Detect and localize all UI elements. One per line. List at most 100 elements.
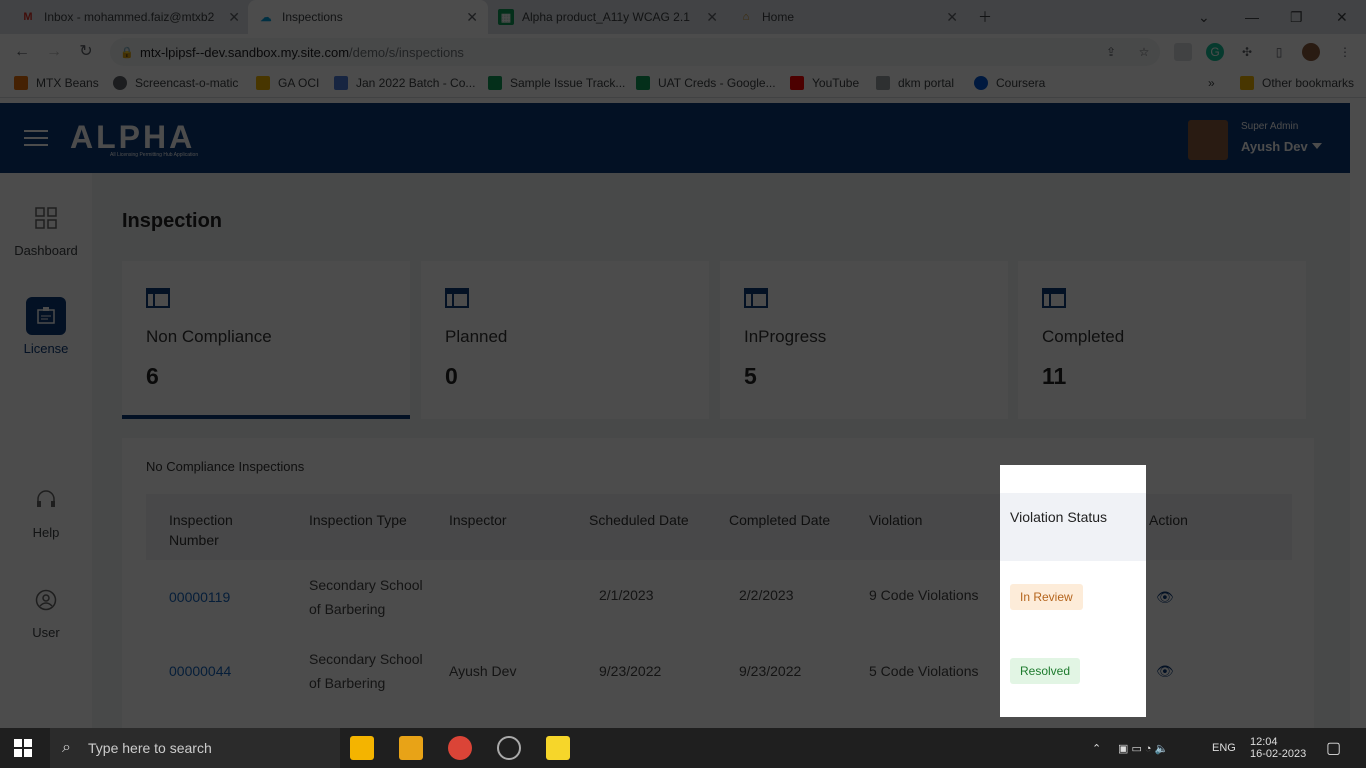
clock-time[interactable]: 12:04: [1250, 728, 1278, 748]
chrome-icon[interactable]: [448, 736, 472, 760]
bookmark-item[interactable]: Jan 2022 Batch - Co...: [334, 76, 475, 90]
violation-status-highlight: Violation Status In Review Resolved: [1000, 465, 1146, 717]
sidebar-item-label: User: [32, 625, 60, 640]
reload-icon[interactable]: ↻: [76, 42, 96, 62]
col-completed-date[interactable]: Completed Date: [729, 510, 830, 530]
sidebar-item-help[interactable]: Help: [0, 481, 92, 540]
table-icon: [445, 288, 469, 308]
close-icon[interactable]: ✕: [228, 9, 240, 26]
sticky-notes-icon[interactable]: [546, 736, 570, 760]
tab-search-icon[interactable]: ⌄: [1198, 0, 1210, 34]
eye-icon[interactable]: 👁: [1156, 659, 1174, 683]
bookmark-item[interactable]: GA OCI: [256, 76, 319, 90]
more-bookmarks-icon[interactable]: »: [1208, 76, 1215, 90]
bookmark-item[interactable]: UAT Creds - Google...: [636, 76, 776, 90]
windows-start-icon[interactable]: [14, 739, 32, 757]
tab-gmail[interactable]: M Inbox - mohammed.faiz@mtxb2 ✕: [10, 0, 250, 34]
store-icon[interactable]: [350, 736, 374, 760]
sidebar-item-user[interactable]: User: [0, 581, 92, 640]
tab-sheets[interactable]: ▦ Alpha product_A11y WCAG 2.1 I ✕: [488, 0, 728, 34]
share-icon[interactable]: ⇪: [1102, 43, 1120, 61]
inspection-number-link[interactable]: 00000044: [169, 659, 231, 683]
forward-icon[interactable]: →: [44, 42, 64, 62]
user-avatar[interactable]: [1188, 120, 1228, 160]
bookmark-item[interactable]: MTX Beans: [14, 76, 99, 90]
app-logo[interactable]: ALPHA All Licensing Permitting Hub Applic…: [70, 119, 198, 158]
close-window-icon[interactable]: ✕: [1336, 0, 1348, 34]
bookmark-item[interactable]: Screencast-o-matic: [113, 76, 238, 90]
card-label: Planned: [445, 327, 508, 346]
bookmark-icon: [14, 76, 28, 90]
hamburger-menu-icon[interactable]: [24, 130, 48, 146]
sidebar-item-license[interactable]: License: [0, 297, 92, 356]
puzzle-icon[interactable]: ✣: [1238, 43, 1256, 61]
gmail-icon: M: [23, 11, 33, 23]
bookmark-star-icon[interactable]: ☆: [1135, 43, 1153, 61]
close-icon[interactable]: ✕: [946, 9, 958, 26]
card-label: InProgress: [744, 327, 827, 346]
inspection-type: Secondary School of Barbering: [309, 577, 423, 617]
tray-up-icon[interactable]: ⌃: [1092, 728, 1101, 768]
bookmark-item[interactable]: Coursera: [974, 76, 1045, 90]
card-value: 5: [744, 363, 757, 389]
col-violation[interactable]: Violation: [869, 510, 922, 530]
inspection-number-link[interactable]: 00000119: [169, 585, 230, 609]
grammarly-icon[interactable]: G: [1206, 43, 1224, 61]
bookmark-label: YouTube: [812, 76, 860, 90]
minimize-icon[interactable]: —: [1245, 0, 1259, 34]
bookmark-item[interactable]: Sample Issue Track...: [488, 76, 625, 90]
col-inspector[interactable]: Inspector: [449, 510, 507, 530]
card-non-compliance[interactable]: Non Compliance 6: [122, 261, 410, 419]
eye-icon[interactable]: 👁: [1156, 585, 1174, 609]
chevron-down-icon[interactable]: [1312, 143, 1322, 149]
tray-icons[interactable]: ▣ ▭ ◔ 🔈: [1118, 728, 1168, 768]
card-value: 11: [1042, 363, 1067, 389]
tab-title: Home: [762, 10, 795, 24]
card-inprogress[interactable]: InProgress 5: [720, 261, 1008, 419]
clock-date[interactable]: 16-02-2023: [1250, 748, 1306, 768]
card-label: Non Compliance: [146, 327, 272, 346]
other-bookmarks[interactable]: Other bookmarks: [1240, 76, 1354, 90]
sidebar-item-label: License: [23, 341, 69, 356]
user-name[interactable]: Ayush Dev: [1241, 139, 1308, 154]
bookmark-item[interactable]: YouTube: [790, 76, 859, 90]
close-icon[interactable]: ✕: [706, 9, 718, 26]
card-completed[interactable]: Completed 11: [1018, 261, 1306, 419]
inspection-type: Secondary School of Barbering: [309, 651, 423, 691]
taskbar-search-input[interactable]: ⌕ Type here to search: [50, 728, 340, 768]
bookmark-item[interactable]: dkm portal: [876, 76, 954, 90]
cortana-icon[interactable]: [497, 736, 521, 760]
language-indicator[interactable]: ENG: [1212, 728, 1236, 768]
profile-avatar[interactable]: [1302, 43, 1320, 61]
inspector: Ayush Dev: [449, 663, 517, 679]
bookmark-icon: [113, 76, 127, 90]
tab-home[interactable]: ⌂ Home ✕: [728, 0, 968, 34]
notification-icon[interactable]: ▢: [1326, 728, 1341, 768]
completed-date: 2/2/2023: [739, 587, 794, 603]
restore-icon[interactable]: ❐: [1290, 0, 1303, 34]
youtube-icon: [790, 76, 804, 90]
search-icon: ⌕: [62, 739, 71, 756]
col-inspection-number[interactable]: Inspection Number: [169, 510, 269, 550]
back-icon[interactable]: ←: [12, 42, 32, 62]
col-scheduled-date[interactable]: Scheduled Date: [589, 510, 689, 530]
app-header: ALPHA All Licensing Permitting Hub Applic…: [0, 103, 1350, 173]
close-icon[interactable]: ✕: [466, 9, 478, 26]
extension-icon[interactable]: [1174, 43, 1192, 61]
sidebar-item-dashboard[interactable]: Dashboard: [0, 199, 92, 258]
new-tab-icon[interactable]: ＋: [978, 0, 992, 34]
menu-icon[interactable]: ⋮: [1336, 43, 1354, 61]
sidepanel-icon[interactable]: ▯: [1270, 43, 1288, 61]
file-explorer-icon[interactable]: [399, 736, 423, 760]
folder-icon: [256, 76, 270, 90]
windows-taskbar: ⌕ Type here to search ⌃ ▣ ▭ ◔ 🔈 ENG 12:0…: [0, 728, 1366, 768]
card-planned[interactable]: Planned 0: [421, 261, 709, 419]
table-icon: [146, 288, 170, 308]
url-input[interactable]: 🔒 mtx-lpipsf--dev.sandbox.my.site.com/de…: [110, 38, 1160, 66]
col-inspection-type[interactable]: Inspection Type: [309, 510, 407, 530]
highlight-header: [1000, 493, 1146, 561]
logo-text: ALPHA: [70, 119, 196, 155]
scheduled-date: 9/23/2022: [599, 663, 662, 679]
tab-inspections[interactable]: ☁ Inspections ✕: [248, 0, 488, 34]
table-title: No Compliance Inspections: [146, 459, 305, 474]
